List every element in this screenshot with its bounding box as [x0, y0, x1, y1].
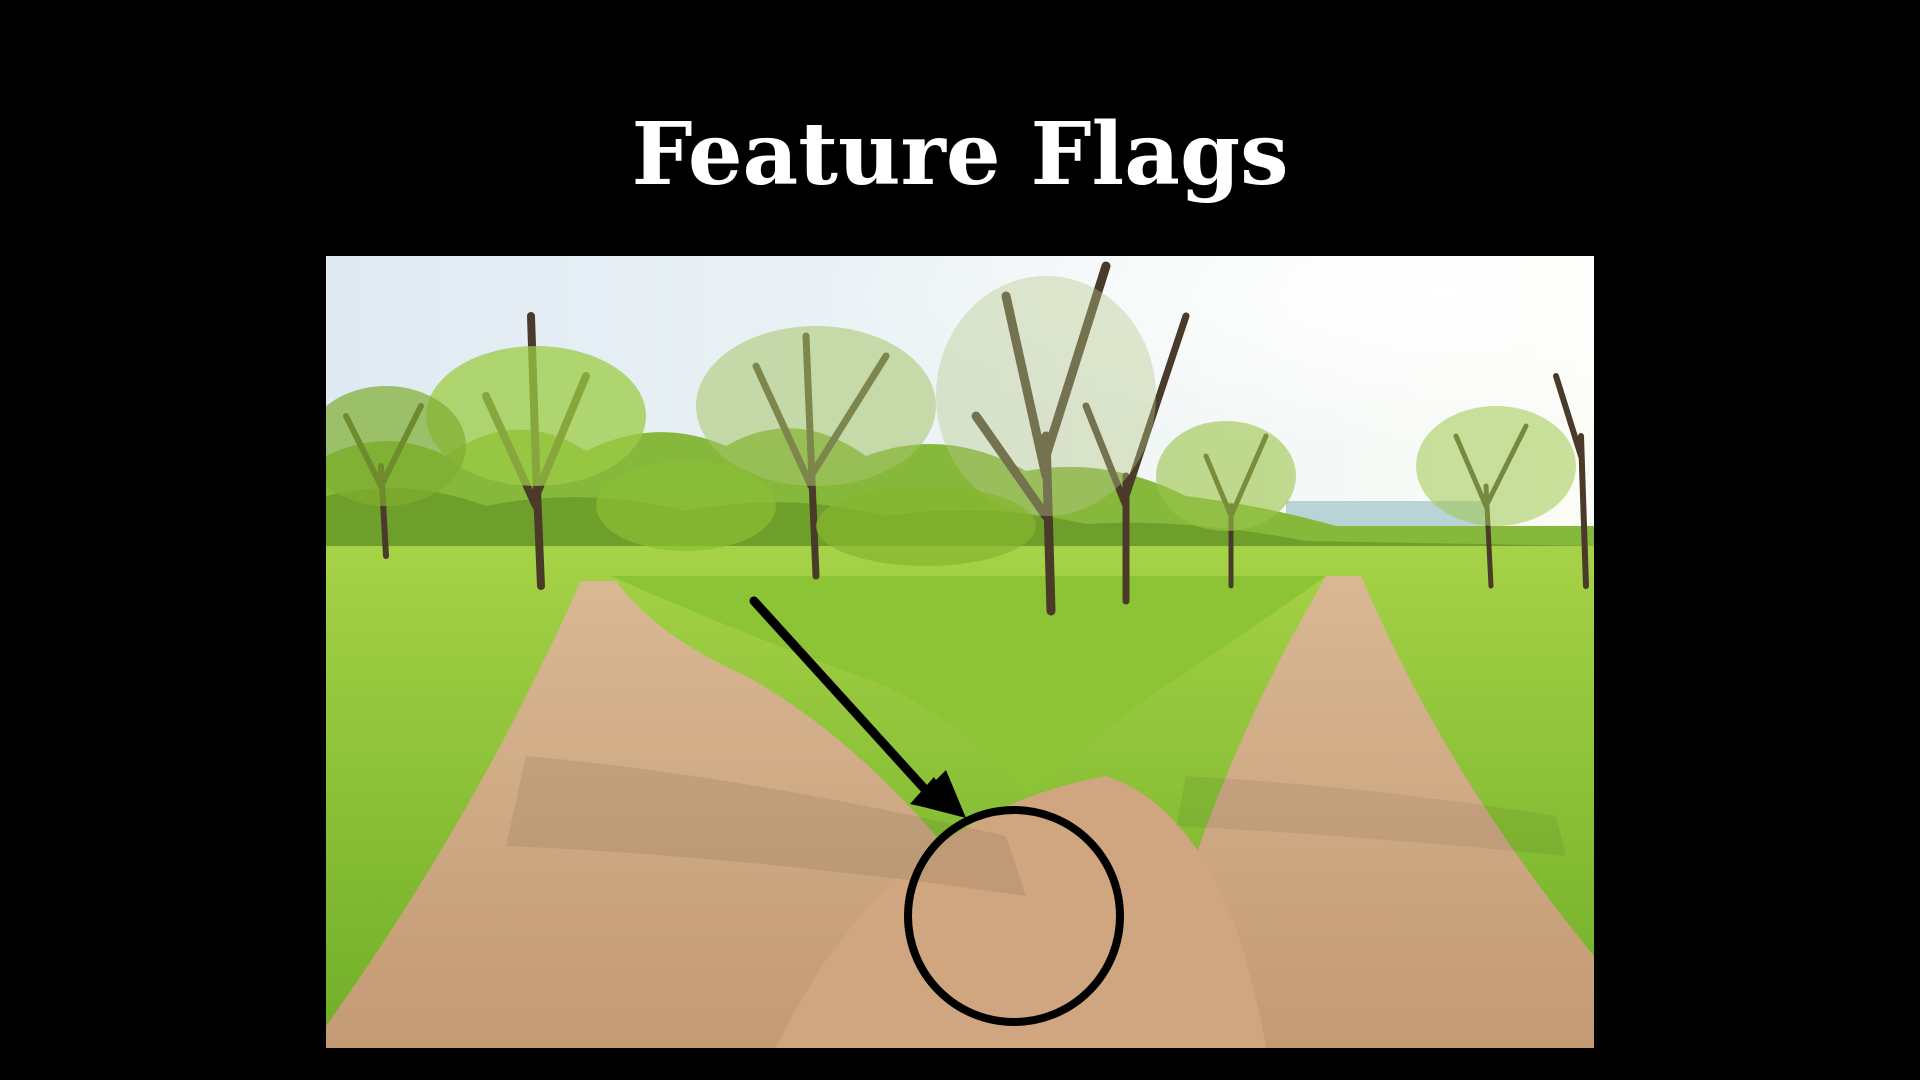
slide: Feature Flags — [0, 0, 1920, 1080]
fork-in-road-photo — [326, 256, 1594, 1048]
photo-canvas — [326, 256, 1594, 1048]
slide-title: Feature Flags — [631, 104, 1289, 205]
